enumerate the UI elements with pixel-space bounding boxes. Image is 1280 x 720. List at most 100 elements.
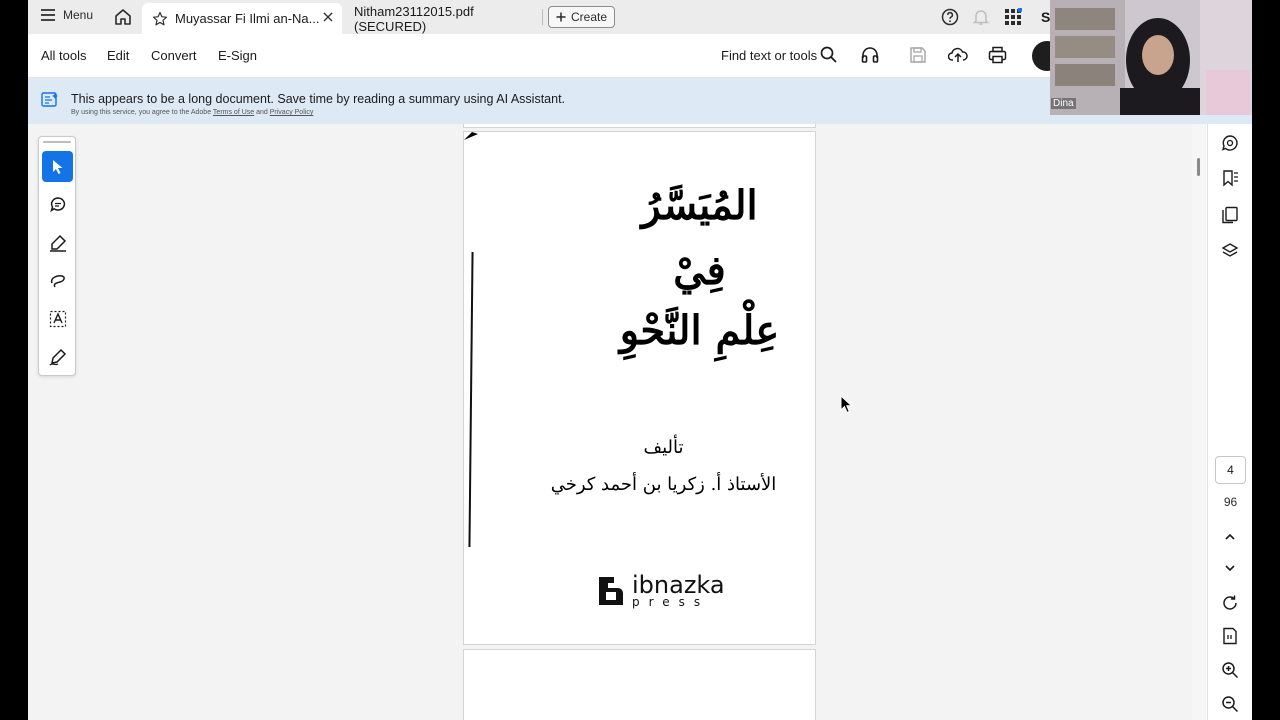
chevron-down-icon bbox=[1225, 565, 1235, 572]
comment-icon bbox=[49, 196, 65, 212]
user-initial[interactable]: S bbox=[1041, 9, 1050, 25]
zoom-out-button[interactable] bbox=[1221, 695, 1239, 713]
plus-icon bbox=[556, 12, 566, 22]
publisher-name: ibnazka bbox=[632, 571, 725, 599]
webcam-person-image bbox=[1050, 0, 1253, 115]
cloud-upload-icon bbox=[948, 47, 968, 62]
tab-muyassar[interactable]: Muyassar Fi Ilmi an-Na... bbox=[142, 3, 342, 34]
upload-button[interactable] bbox=[948, 46, 968, 64]
zoom-in-button[interactable] bbox=[1221, 661, 1239, 679]
tab-separator bbox=[542, 9, 543, 25]
all-tools-menu[interactable]: All tools bbox=[41, 48, 87, 63]
panel-grip[interactable] bbox=[43, 141, 71, 143]
highlight-tool-button[interactable] bbox=[42, 227, 73, 258]
tab-title: Nitham23112015.pdf (SECURED) bbox=[354, 3, 474, 34]
create-button[interactable]: Create bbox=[548, 6, 615, 28]
pages-icon bbox=[1222, 206, 1238, 224]
previous-page-button[interactable] bbox=[1221, 528, 1239, 546]
hamburger-icon bbox=[41, 9, 55, 21]
zoom-out-icon bbox=[1222, 696, 1239, 713]
next-page-button[interactable] bbox=[1221, 559, 1239, 577]
comment-tool-button[interactable] bbox=[42, 189, 73, 220]
select-tool-button[interactable] bbox=[42, 151, 73, 182]
printer-icon bbox=[988, 46, 1007, 64]
find-text-label[interactable]: Find text or tools bbox=[721, 48, 817, 63]
layers-button[interactable] bbox=[1221, 242, 1239, 260]
terms-link[interactable]: Terms of Use bbox=[213, 109, 254, 116]
convert-menu[interactable]: Convert bbox=[151, 48, 197, 63]
webcam-video bbox=[1050, 0, 1253, 115]
star-icon[interactable] bbox=[152, 11, 168, 27]
bookmarks-button[interactable] bbox=[1221, 169, 1239, 187]
mouse-cursor bbox=[840, 395, 854, 415]
apps-button[interactable] bbox=[1004, 8, 1022, 26]
rotate-button[interactable] bbox=[1221, 594, 1239, 612]
publisher-logo: ibnazka press bbox=[596, 571, 725, 608]
text-box-icon bbox=[49, 310, 66, 327]
edit-menu[interactable]: Edit bbox=[107, 48, 129, 63]
draw-tool-button[interactable] bbox=[42, 265, 73, 296]
layers-icon bbox=[1221, 243, 1239, 257]
pages-button[interactable] bbox=[1221, 206, 1239, 224]
left-frame bbox=[0, 0, 28, 720]
home-button[interactable] bbox=[114, 8, 132, 26]
mouse-pointer-icon bbox=[840, 395, 853, 414]
right-frame bbox=[1252, 0, 1280, 720]
menu-label: Menu bbox=[63, 8, 94, 22]
search-icon bbox=[820, 46, 837, 63]
book-title-line3: عِلْمِ النَّحْوِ bbox=[619, 307, 780, 354]
menu-button[interactable]: Menu bbox=[40, 8, 93, 22]
ai-chat-button[interactable] bbox=[1221, 134, 1239, 152]
banner-message: This appears to be a long document. Save… bbox=[71, 92, 566, 106]
save-button[interactable] bbox=[909, 46, 927, 64]
next-pdf-page bbox=[463, 649, 816, 720]
zoom-in-icon bbox=[1222, 662, 1239, 679]
help-button[interactable] bbox=[941, 8, 959, 26]
read-aloud-button[interactable] bbox=[861, 46, 879, 64]
cursor-arrow-icon bbox=[52, 159, 62, 174]
fit-page-icon bbox=[1223, 627, 1237, 645]
rotate-icon bbox=[1223, 595, 1237, 610]
book-title-line2: فِيْ bbox=[673, 247, 726, 294]
bell-icon bbox=[972, 10, 990, 25]
fit-page-button[interactable] bbox=[1221, 627, 1239, 645]
banner-disclaimer: By using this service, you agree to the … bbox=[71, 109, 313, 116]
sign-tool-button[interactable] bbox=[42, 341, 73, 372]
privacy-link[interactable]: Privacy Policy bbox=[270, 109, 314, 116]
tab-title: Muyassar Fi Ilmi an-Na... bbox=[175, 11, 320, 26]
scrollbar-thumb[interactable] bbox=[1197, 158, 1200, 176]
home-icon bbox=[115, 9, 131, 25]
vertical-scrollbar[interactable] bbox=[1192, 124, 1206, 720]
bookmark-icon bbox=[1223, 170, 1238, 187]
esign-menu[interactable]: E-Sign bbox=[218, 48, 257, 63]
tab-nitham[interactable]: Nitham23112015.pdf (SECURED) bbox=[354, 3, 544, 34]
publisher-logo-icon bbox=[599, 577, 623, 605]
ai-chat-icon bbox=[1221, 135, 1238, 151]
page-total: 96 bbox=[1223, 495, 1238, 509]
print-button[interactable] bbox=[988, 46, 1007, 64]
author-name: الأستاذ أ. زكريا بن أحمد كرخي bbox=[550, 474, 777, 495]
page-number-input[interactable]: 4 bbox=[1215, 456, 1246, 484]
apps-grid-icon bbox=[1005, 8, 1022, 25]
save-icon bbox=[910, 47, 926, 63]
scan-mark bbox=[464, 132, 478, 140]
freehand-icon bbox=[50, 274, 65, 287]
scan-binding-line bbox=[468, 251, 474, 548]
headphones-icon bbox=[861, 47, 879, 63]
quick-tools-panel bbox=[38, 136, 76, 376]
text-tool-button[interactable] bbox=[42, 303, 73, 334]
disclaimer-text: By using this service, you agree to the … bbox=[71, 109, 212, 116]
right-sidebar: 4 96 bbox=[1207, 124, 1252, 720]
notifications-button[interactable] bbox=[972, 8, 990, 26]
signature-pen-icon bbox=[49, 348, 66, 366]
participant-name: Dina bbox=[1051, 98, 1076, 109]
pdf-page: المُيَسَّرُ فِيْ عِلْمِ النَّحْوِ تأليف … bbox=[463, 131, 816, 645]
previous-page-edge bbox=[463, 124, 816, 128]
close-icon[interactable] bbox=[322, 11, 334, 23]
create-label: Create bbox=[570, 10, 608, 24]
author-label: تأليف bbox=[643, 437, 684, 458]
help-icon bbox=[941, 8, 959, 26]
search-button[interactable] bbox=[820, 46, 837, 63]
highlighter-icon bbox=[49, 234, 66, 252]
chevron-up-icon bbox=[1225, 533, 1235, 540]
